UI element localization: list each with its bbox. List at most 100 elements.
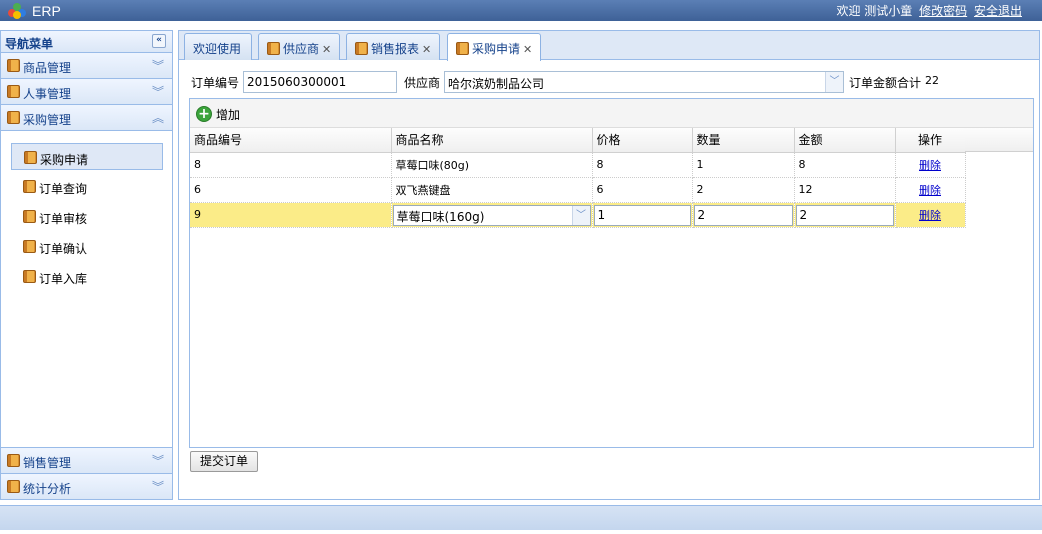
tab-label: 欢迎使用 bbox=[193, 42, 242, 56]
add-button[interactable]: + 增加 bbox=[196, 104, 240, 124]
collapse-sidebar-button[interactable]: « bbox=[152, 34, 166, 48]
close-icon[interactable]: ✕ bbox=[322, 43, 331, 56]
folder-icon bbox=[23, 270, 36, 283]
grid-toolbar: + 增加 bbox=[190, 99, 1033, 128]
chevron-up-icon: ︽ bbox=[151, 111, 164, 125]
column-header-amount[interactable]: 金额 bbox=[794, 128, 896, 153]
sidebar-section-goods[interactable]: 商品管理 ︾ bbox=[1, 53, 172, 79]
price-input[interactable]: 1 bbox=[593, 204, 691, 226]
sidebar-header: 导航菜单 « bbox=[1, 31, 172, 53]
column-header-id[interactable]: 商品编号 bbox=[190, 128, 392, 153]
chevron-down-icon: ︾ bbox=[151, 85, 164, 99]
close-icon[interactable]: ✕ bbox=[422, 43, 431, 56]
app-logo: ERP bbox=[8, 1, 61, 20]
table-row-editing[interactable]: 9 草莓口味(160g) ﹀ 1 2 2 删除 bbox=[190, 202, 966, 228]
logout-link[interactable]: 安全退出 bbox=[974, 4, 1022, 18]
sidebar-item-order-stockin[interactable]: 订单入库 bbox=[11, 263, 163, 290]
delete-link[interactable]: 删除 bbox=[919, 184, 941, 197]
sidebar-item-order-review[interactable]: 订单审核 bbox=[11, 203, 163, 230]
sidebar-item-label: 订单查询 bbox=[39, 182, 88, 196]
purchase-submenu: 采购申请 订单查询 订单审核 订单确认 订单入库 bbox=[1, 131, 172, 461]
cell-action: 删除 bbox=[895, 202, 966, 228]
sidebar-item-order-query[interactable]: 订单查询 bbox=[11, 173, 163, 200]
items-table: 商品编号 商品名称 价格 数量 金额 操作 8 草莓口味(80g) 8 1 8 … bbox=[190, 128, 966, 228]
change-password-link[interactable]: 修改密码 bbox=[919, 4, 967, 18]
delete-link[interactable]: 删除 bbox=[919, 209, 941, 222]
tab-supplier[interactable]: 供应商 ✕ bbox=[258, 33, 340, 60]
tab-label: 采购申请 bbox=[472, 42, 521, 56]
cell-action: 删除 bbox=[895, 152, 966, 178]
logo-icon bbox=[8, 2, 28, 19]
sidebar-section-purchase[interactable]: 采购管理 ︽ bbox=[1, 105, 172, 131]
main-panel: 欢迎使用 供应商 ✕ 销售报表 ✕ 采购申请 ✕ 订单编号 2015060300001… bbox=[178, 30, 1040, 500]
chevron-down-icon: ︾ bbox=[151, 59, 164, 73]
cell-id: 6 bbox=[190, 177, 392, 203]
welcome-text: 欢迎 测试小童 bbox=[836, 4, 913, 18]
table-row[interactable]: 6 双飞燕键盘 6 2 12 删除 bbox=[190, 177, 966, 203]
cell-name-editor: 草莓口味(160g) ﹀ bbox=[391, 202, 593, 228]
sidebar-item-label: 采购申请 bbox=[40, 153, 89, 167]
sidebar-item-purchase-request[interactable]: 采购申请 bbox=[11, 143, 163, 170]
chevron-down-icon[interactable]: ﹀ bbox=[571, 205, 590, 225]
order-items-grid: + 增加 商品编号 商品名称 价格 数量 金额 操作 8 草莓口味(80g) 8… bbox=[189, 98, 1034, 448]
folder-icon bbox=[23, 210, 36, 223]
top-bar: ERP 欢迎 测试小童 修改密码 安全退出 bbox=[0, 0, 1042, 21]
amount-input[interactable]: 2 bbox=[795, 204, 894, 226]
folder-icon bbox=[7, 480, 20, 493]
cell-name: 双飞燕键盘 bbox=[391, 177, 593, 203]
header-filler bbox=[965, 128, 1033, 152]
sidebar-section-stats[interactable]: 统计分析 ︾ bbox=[1, 473, 172, 499]
section-label: 商品管理 bbox=[23, 61, 72, 75]
table-row[interactable]: 8 草莓口味(80g) 8 1 8 删除 bbox=[190, 152, 966, 178]
cell-amount: 8 bbox=[794, 152, 896, 178]
chevron-down-icon[interactable]: ﹀ bbox=[825, 72, 843, 92]
sidebar-bottom-sections: 销售管理 ︾ 统计分析 ︾ bbox=[1, 447, 172, 499]
add-button-label: 增加 bbox=[216, 107, 241, 122]
folder-icon bbox=[23, 240, 36, 253]
folder-icon bbox=[456, 42, 469, 55]
product-name-value: 草莓口味(160g) bbox=[396, 209, 485, 224]
order-total-value: 22 bbox=[925, 74, 939, 87]
column-header-name[interactable]: 商品名称 bbox=[391, 128, 593, 153]
product-name-select[interactable]: 草莓口味(160g) ﹀ bbox=[392, 204, 591, 226]
sidebar-item-order-confirm[interactable]: 订单确认 bbox=[11, 233, 163, 260]
folder-icon bbox=[267, 42, 280, 55]
column-header-price[interactable]: 价格 bbox=[592, 128, 693, 153]
close-icon[interactable]: ✕ bbox=[523, 43, 532, 56]
tab-sales-report[interactable]: 销售报表 ✕ bbox=[346, 33, 440, 60]
chevron-down-icon: ︾ bbox=[151, 454, 164, 468]
sidebar-item-label: 订单确认 bbox=[39, 242, 88, 256]
app-title: ERP bbox=[32, 2, 61, 19]
column-header-qty[interactable]: 数量 bbox=[692, 128, 795, 153]
sidebar-section-sales[interactable]: 销售管理 ︾ bbox=[1, 447, 172, 473]
folder-icon bbox=[7, 454, 20, 467]
sidebar-item-label: 订单审核 bbox=[39, 212, 88, 226]
folder-icon bbox=[24, 151, 37, 164]
order-total-label: 订单金额合计 bbox=[849, 76, 922, 90]
section-label: 人事管理 bbox=[23, 87, 72, 101]
tab-bar: 欢迎使用 供应商 ✕ 销售报表 ✕ 采购申请 ✕ bbox=[179, 31, 1039, 61]
order-no-input[interactable]: 2015060300001 bbox=[243, 71, 397, 93]
tab-label: 销售报表 bbox=[371, 42, 420, 56]
tab-welcome[interactable]: 欢迎使用 bbox=[184, 33, 252, 60]
supplier-select[interactable]: 哈尔滨奶制品公司 ﹀ bbox=[444, 71, 844, 93]
user-area: 欢迎 测试小童 修改密码 安全退出 bbox=[836, 2, 1022, 19]
status-bar bbox=[0, 505, 1042, 530]
supplier-value: 哈尔滨奶制品公司 bbox=[448, 77, 545, 91]
cell-price-editor: 1 bbox=[592, 202, 693, 228]
cell-price: 8 bbox=[592, 152, 693, 178]
submit-order-button[interactable]: 提交订单 bbox=[190, 451, 258, 472]
section-label: 统计分析 bbox=[23, 482, 72, 496]
tab-label: 供应商 bbox=[283, 42, 320, 56]
cell-price: 6 bbox=[592, 177, 693, 203]
cell-qty: 1 bbox=[692, 152, 795, 178]
sidebar-item-label: 订单入库 bbox=[39, 272, 88, 286]
delete-link[interactable]: 删除 bbox=[919, 159, 941, 172]
quantity-input[interactable]: 2 bbox=[693, 204, 793, 226]
column-header-action: 操作 bbox=[895, 128, 966, 153]
sidebar-section-hr[interactable]: 人事管理 ︾ bbox=[1, 79, 172, 105]
cell-qty: 2 bbox=[692, 177, 795, 203]
sidebar: 导航菜单 « 商品管理 ︾ 人事管理 ︾ 采购管理 ︽ 采购申请 订单查询 订单… bbox=[0, 30, 173, 500]
section-label: 销售管理 bbox=[23, 456, 72, 470]
tab-purchase-request[interactable]: 采购申请 ✕ bbox=[447, 33, 541, 61]
